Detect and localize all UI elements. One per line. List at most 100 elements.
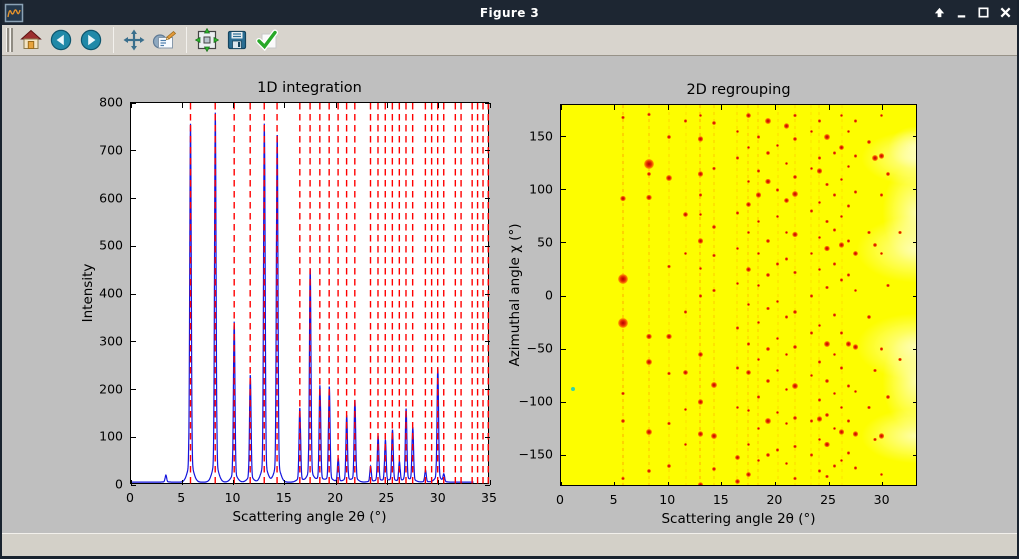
tick-mark [614,105,615,110]
bragg-spot [833,262,837,266]
bragg-spot [757,252,761,256]
apply-button[interactable] [253,27,281,54]
pan-button[interactable] [120,27,148,54]
tick-mark [485,150,490,151]
bragg-spot [793,416,797,420]
plot1-axes-1d-integration[interactable] [130,102,489,484]
back-button[interactable] [47,27,75,54]
bragg-spot [776,411,780,415]
shade-button[interactable] [931,5,947,21]
tick-mark [485,246,490,247]
bragg-spot [667,372,671,376]
bragg-spot [847,451,851,455]
tick-mark [561,402,566,403]
plot2-axes-2d-regrouping[interactable] [560,104,917,486]
y-tick-label: 600 [99,190,123,205]
bragg-spot [667,422,671,426]
bragg-spot [817,168,823,174]
bragg-spot [699,114,703,118]
tick-mark [561,242,566,243]
tick-mark [913,296,917,297]
y-tick-label: 800 [99,95,123,110]
bragg-spot [765,179,771,185]
bragg-spot [833,427,837,431]
x-tick-label: 15 [276,490,292,505]
forward-button[interactable] [77,27,105,54]
bragg-spot [766,307,770,311]
tick-mark [913,189,917,190]
bragg-spot [853,431,859,437]
bragg-spot [833,353,837,357]
bragg-spot [785,257,789,261]
bragg-spot [666,175,672,181]
bragg-spot [810,252,814,256]
bragg-spot [747,409,751,413]
bragg-spot [757,169,761,173]
tick-mark [233,480,234,485]
y-tick-label: −50 [527,341,553,356]
tick-mark [561,189,566,190]
window-title: Figure 3 [0,6,1019,20]
tick-mark [561,455,566,456]
tick-mark [485,103,490,104]
bragg-spot [817,416,823,422]
bragg-spot [867,406,871,410]
bragg-spot [776,337,780,341]
figure-canvas: 1D integration 2D regrouping Scattering … [2,56,1017,533]
bragg-spot [776,262,780,266]
bragg-spot [667,265,671,269]
tick-mark [387,103,388,108]
bragg-spot [735,455,741,461]
bragg-spot [854,190,858,194]
bragg-spot [667,135,671,139]
toolbar-grip[interactable] [6,28,13,52]
bragg-spot [810,167,814,171]
tick-mark [131,103,132,108]
bragg-spot [747,303,751,307]
titlebar[interactable]: Figure 3 [0,0,1019,25]
x-tick-label: 30 [874,492,890,507]
bragg-spot [747,146,751,150]
bragg-spot [766,239,770,243]
ring-streak [713,105,715,485]
home-button[interactable] [17,27,45,54]
minimize-button[interactable] [953,5,969,21]
window-controls [931,0,1013,25]
magnifier-pencil-icon [151,28,177,52]
bragg-spot [793,445,797,449]
bragg-spot [818,469,822,473]
ring-streak [622,105,624,485]
bragg-spot [879,153,885,159]
move-arrows-icon [122,28,146,52]
close-button[interactable] [997,5,1013,21]
x-tick-label: 15 [713,492,729,507]
bragg-spot [867,140,871,144]
bragg-spot [698,399,704,405]
bragg-spot [793,477,797,481]
tick-mark [490,103,491,108]
bragg-spot [847,204,851,208]
tick-mark [668,105,669,110]
bragg-spot [818,236,822,240]
bragg-spot [810,453,814,457]
y-tick-label: 150 [529,128,553,143]
bragg-spot [776,300,780,304]
floppy-disk-icon [225,28,249,52]
maximize-button[interactable] [975,5,991,21]
ring-streak [777,105,779,485]
tick-mark [829,482,830,486]
bragg-spot [839,145,845,151]
tick-mark [485,437,490,438]
bragg-spot [785,315,789,319]
configure-subplots-button[interactable] [193,27,221,54]
bragg-spot [699,267,703,271]
bragg-spot [712,289,716,293]
bragg-spot [698,171,704,177]
bragg-spot [833,313,837,317]
zoom-button[interactable] [150,27,178,54]
bragg-spot [898,231,902,235]
bragg-spot [840,114,844,118]
bragg-spot [825,220,829,224]
bragg-spot [839,429,845,435]
save-button[interactable] [223,27,251,54]
